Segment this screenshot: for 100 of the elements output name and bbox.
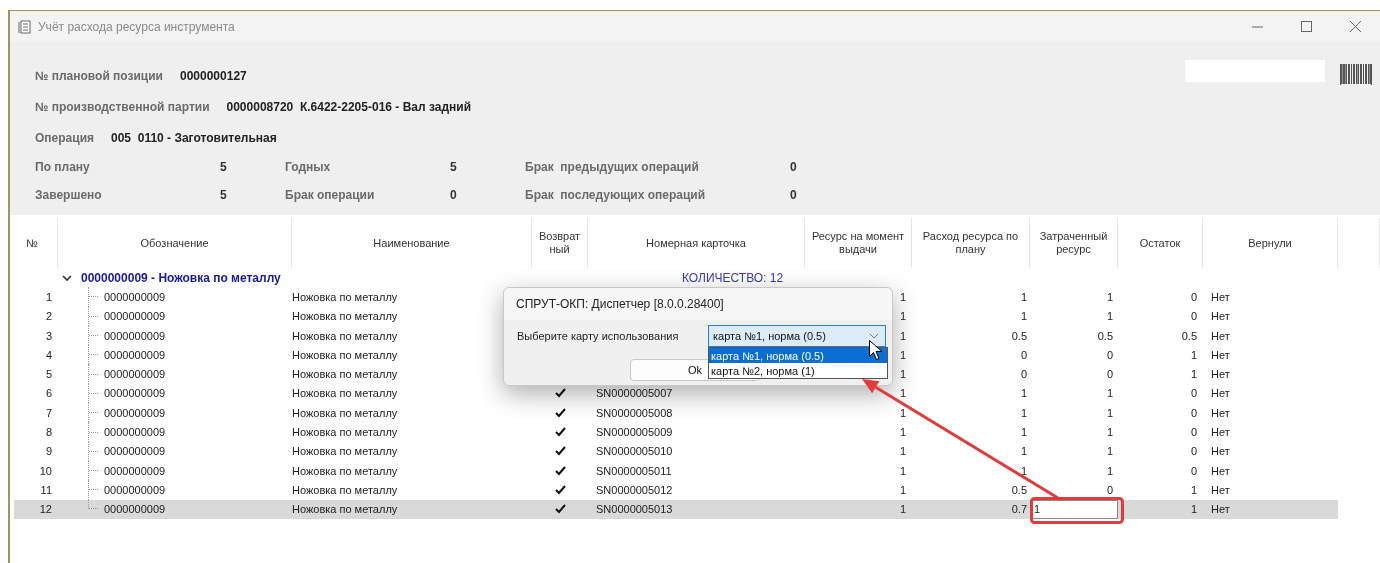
table-cell: 1 — [1020, 290, 1027, 303]
row-number[interactable]: 1 — [14, 287, 58, 307]
close-icon — [1350, 21, 1361, 32]
table-cell: Ножовка по металлу — [292, 445, 398, 458]
row-number[interactable]: 10 — [14, 460, 58, 481]
stat-label: Брак предыдущих операций — [525, 160, 700, 174]
row-number[interactable]: 7 — [14, 403, 58, 423]
table-cell: Ножовка по металлу — [292, 464, 398, 477]
column-header: Обозначение — [58, 218, 292, 268]
field-value: 0000000127 — [180, 68, 247, 83]
group-count: КОЛИЧЕСТВО: 12 — [681, 270, 785, 285]
table-cell: Нет — [1211, 310, 1230, 323]
table-cell: 1 — [1106, 426, 1113, 438]
table-cell: 1 — [899, 310, 906, 323]
table-cell: Нет — [1211, 329, 1230, 342]
table-cell: SN0000005008 — [596, 406, 673, 419]
row-number[interactable]: 11 — [14, 480, 58, 500]
field-label: Операция — [35, 130, 94, 145]
stat-value: 5 — [220, 188, 228, 202]
table-cell: 0 — [1190, 387, 1197, 400]
field-label: Выберите карту использования — [517, 330, 680, 342]
table-cell: 1 — [899, 348, 906, 361]
column-header: Остаток — [1118, 218, 1203, 268]
table-cell: SN0000005010 — [596, 445, 673, 458]
table-cell: 1 — [899, 464, 906, 477]
chevron-down-icon[interactable] — [62, 272, 72, 283]
table-cell: 0 — [1190, 310, 1197, 323]
dropdown[interactable]: карта №1, норма (0.5) — [708, 325, 886, 347]
table-cell: Нет — [1211, 426, 1230, 438]
table-cell: Нет — [1211, 503, 1230, 516]
column-header: Ресурс на момент выдачи — [805, 218, 912, 268]
field-value: 0000008720 К.6422-2205-016 - Вал задний — [226, 99, 472, 114]
table-cell: 0 — [1190, 406, 1197, 419]
table-cell: 0000000009 — [104, 310, 166, 323]
field-value: 005 0110 - Заготовительная — [111, 130, 277, 145]
maximize-icon — [1301, 21, 1312, 32]
table-cell: 1 — [1190, 368, 1197, 381]
row-number[interactable]: 5 — [14, 364, 58, 384]
table-cell: 0 — [1190, 464, 1197, 477]
table-cell: Нет — [1211, 290, 1230, 303]
table-cell: 0 — [1106, 368, 1113, 381]
stat-label: Брак последующих операций — [525, 188, 707, 202]
row-number[interactable]: 2 — [14, 306, 58, 326]
table-cell: SN0000005011 — [596, 464, 672, 477]
table-cell: Ножовка по металлу — [292, 368, 398, 381]
table-cell: 1 — [899, 483, 906, 496]
stat-value: 0 — [790, 188, 798, 202]
table-cell: 0 — [1190, 445, 1197, 458]
table-cell: Ножовка по металлу — [292, 503, 398, 516]
table-cell: Ножовка по металлу — [292, 406, 398, 419]
document-icon — [18, 19, 31, 34]
table-cell: 0 — [1020, 368, 1027, 381]
table-cell: 1 — [1106, 387, 1113, 400]
row-number[interactable]: 4 — [14, 345, 58, 365]
table-cell: 0 — [1020, 348, 1027, 361]
table-cell: 0000000009 — [104, 464, 166, 477]
row-number[interactable]: 6 — [14, 383, 58, 404]
table-cell: SN0000005007 — [596, 387, 673, 400]
table-cell: 1 — [1106, 290, 1113, 303]
stat-value: 5 — [450, 160, 458, 174]
window-title: Учёт расхода ресурса инструмента — [38, 19, 236, 34]
table-cell: 0 — [1106, 483, 1113, 496]
stat-label: Брак операции — [285, 188, 376, 202]
table-cell: 1 — [1020, 445, 1027, 458]
column-header: Расход ресурса по плану — [912, 218, 1030, 268]
group-title: 0000000009 - Ножовка по металлу — [81, 270, 281, 285]
column-header: Затраченный ресурс — [1030, 218, 1118, 268]
table-cell: 1 — [899, 406, 906, 419]
table-cell: 1 — [899, 290, 906, 303]
table-cell: 1 — [1020, 310, 1027, 323]
table-cell: 0000000009 — [104, 483, 166, 496]
table-cell: 0.5 — [1011, 329, 1027, 342]
table-cell: Ножовка по металлу — [292, 290, 398, 303]
column-header: Возврат ный — [532, 218, 588, 268]
table-cell: 0 — [1106, 348, 1113, 361]
row-number[interactable]: 8 — [14, 422, 58, 442]
dropdown-option[interactable]: карта №1, норма (0.5) — [709, 348, 887, 363]
row-number[interactable]: 9 — [14, 441, 58, 461]
table-cell: 1 — [899, 426, 906, 438]
field-label: № производственной партии — [35, 99, 210, 114]
stat-label: Годных — [285, 160, 332, 174]
row-number[interactable]: 3 — [14, 325, 58, 346]
dialog-title: СПРУТ-ОКП: Диспетчер [8.0.0.28400] — [504, 288, 892, 320]
table-cell: 1 — [1190, 503, 1197, 516]
stat-value: 5 — [220, 160, 228, 174]
table-cell: Ножовка по металлу — [292, 387, 398, 400]
table-cell: Нет — [1211, 406, 1230, 419]
table-cell: 1 — [1020, 387, 1027, 400]
table-cell: 1 — [1190, 348, 1197, 361]
table-cell: 0 — [1190, 426, 1197, 438]
stat-value: 0 — [790, 160, 798, 174]
column-header: Вернули — [1203, 218, 1338, 268]
stat-value: 0 — [450, 188, 458, 202]
row-number[interactable]: 12 — [14, 499, 58, 519]
table-cell: 1 — [1190, 483, 1197, 496]
chevron-down-icon — [869, 332, 879, 340]
table-cell: Ножовка по металлу — [292, 310, 398, 323]
table-cell: 0000000009 — [104, 426, 166, 438]
table-cell: 1 — [899, 387, 906, 400]
table-cell: Нет — [1211, 348, 1230, 361]
